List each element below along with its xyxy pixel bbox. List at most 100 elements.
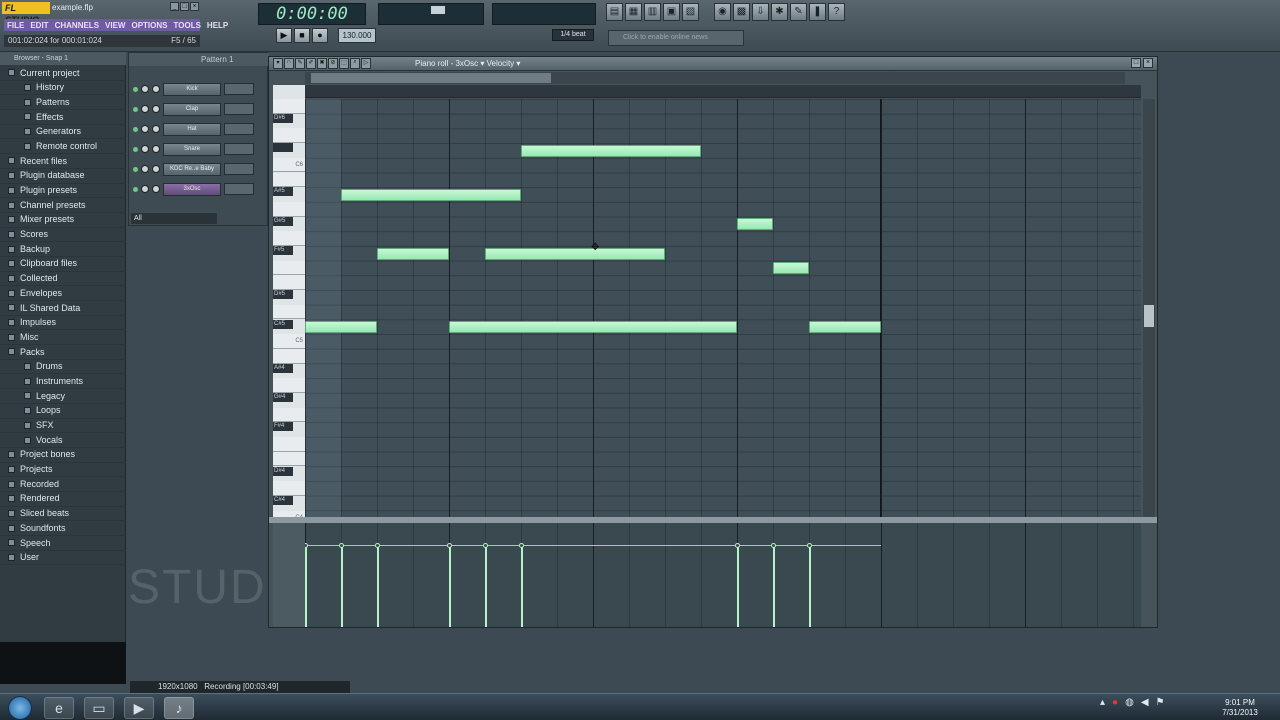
menu-options[interactable]: OPTIONS [131,21,167,30]
browser-item[interactable]: Channel presets [0,198,126,213]
playlist-icon[interactable]: ▤ [606,3,623,21]
channel-volume-knob[interactable] [152,85,160,93]
network-icon[interactable]: ◍ [1125,697,1134,708]
song-time-display[interactable]: 0:00:00 [258,3,366,25]
piano-keyboard[interactable]: D#6C6A#5G#5F#5D#5C#5C5A#4G#4F#4D#4C#4C4 [273,85,305,540]
piano-roll-title[interactable]: Piano roll - 3xOsc ▾ Velocity ▾ [415,58,520,70]
channel-volume-knob[interactable] [152,185,160,193]
vertical-scrollbar[interactable] [1143,99,1155,517]
velocity-handle[interactable] [807,542,812,548]
black-key[interactable]: D#6 [273,113,293,123]
pencil-icon[interactable]: ✎ [295,58,305,69]
white-key[interactable] [273,275,305,291]
play-icon[interactable]: ▶ [276,28,292,43]
save-icon[interactable]: ▩ [733,3,750,21]
black-key[interactable]: C#4 [273,495,293,505]
browser-item[interactable]: Envelopes [0,286,126,301]
browser-item[interactable]: Sliced beats [0,507,126,522]
master-volume-slider[interactable] [431,6,445,14]
channel-steps[interactable] [224,83,254,95]
browser-item[interactable]: Rendered [0,492,126,507]
channel-pan-knob[interactable] [141,185,149,193]
white-key[interactable] [273,451,305,467]
note[interactable] [773,262,809,275]
paint-icon[interactable]: ✐ [306,58,316,69]
channel-row[interactable]: KDC Re..e Baby [133,161,269,177]
magnet-icon[interactable]: ∩ [284,58,294,69]
white-key[interactable] [273,231,305,246]
browser-item[interactable]: Scores [0,228,126,243]
volume-icon[interactable]: ◀ [1141,697,1149,708]
channel-name-button[interactable]: Snare [163,142,221,156]
velocity-handle[interactable] [771,542,776,548]
record-icon[interactable]: ● [312,28,328,43]
black-key[interactable]: D#4 [273,466,293,476]
browser-item[interactable]: Clipboard files [0,257,126,272]
menu-channels[interactable]: CHANNELS [55,21,99,30]
velocity-handle[interactable] [375,542,380,548]
velocity-handle[interactable] [339,542,344,548]
tray-expand-icon[interactable]: ▴ [1100,697,1105,708]
channel-mute-led[interactable] [133,106,138,112]
channel-pan-knob[interactable] [141,165,149,173]
black-key[interactable]: F#5 [273,246,293,255]
velocity-bar[interactable] [449,545,451,627]
white-key[interactable] [273,348,305,364]
channel-steps[interactable] [224,183,254,195]
black-key[interactable]: G#4 [273,393,293,402]
black-key[interactable]: F#4 [273,422,293,432]
white-key[interactable] [273,407,305,423]
channel-steps[interactable] [224,143,254,155]
mixer-icon[interactable]: ▧ [682,3,699,21]
velocity-bar[interactable] [773,545,775,627]
white-key[interactable] [273,99,305,114]
timeline-ruler[interactable] [305,85,1141,98]
channel-row[interactable]: 3xOsc [133,181,269,197]
zoom-icon[interactable]: ⌕ [350,58,360,69]
taskbar-clock[interactable]: 9:01 PM 7/31/2013 [1212,698,1268,718]
white-key[interactable] [273,201,305,217]
browser-item[interactable]: Patterns [0,95,126,111]
channel-row[interactable]: Clap [133,101,269,117]
close-icon[interactable]: × [1143,58,1153,68]
pause-icon[interactable]: ❚ [809,3,826,21]
black-key[interactable]: G#5 [273,216,293,226]
browser-item[interactable]: Recent files [0,154,126,169]
browser-item[interactable]: SFX [0,419,126,434]
channel-name-button[interactable]: Hat [163,122,221,136]
menu-tools[interactable]: TOOLS [174,21,201,30]
stop-icon[interactable]: ■ [294,28,310,43]
browser-item[interactable]: Packs [0,345,126,360]
delete-icon[interactable]: ✖ [317,58,327,69]
fl-studio-icon[interactable]: ♪ [164,697,194,719]
browser-item[interactable]: Project bones [0,448,126,463]
velocity-bar[interactable] [521,545,523,627]
velocity-bar[interactable] [305,545,307,627]
velocity-handle[interactable] [305,542,308,548]
note[interactable] [449,321,737,334]
white-key[interactable] [273,304,305,320]
screen-recorder-bar[interactable]: 1920x1080 Recording [00:03:49] [130,681,350,693]
note[interactable] [809,321,881,334]
white-key[interactable] [273,378,305,393]
channel-mute-led[interactable] [133,146,138,152]
black-key[interactable] [273,143,293,153]
help-icon[interactable]: ? [828,3,845,21]
browser-item[interactable]: Soundfonts [0,521,126,536]
pattern-selector[interactable]: Pattern 1 [129,53,269,66]
browser-item[interactable]: History [0,81,126,96]
channel-row[interactable]: Kick [133,81,269,97]
browser-item[interactable]: Projects [0,463,126,478]
channel-name-button[interactable]: Kick [163,82,221,96]
white-key[interactable]: C5 [273,334,305,349]
channel-filter[interactable]: All [131,213,217,224]
browser-item[interactable]: Legacy [0,389,126,404]
channel-mute-led[interactable] [133,86,138,92]
piano-roll-titlebar[interactable]: ▾ ∩ ✎ ✐ ✖ ⊘ ⬚ ⌕ ▷ Piano roll - 3xOsc ▾ Velocity … [269,57,1157,71]
white-key[interactable] [273,128,305,144]
browser-item[interactable]: Speech [0,536,126,551]
minimize-icon[interactable]: _ [170,2,179,11]
channel-volume-knob[interactable] [152,105,160,113]
note[interactable] [377,247,449,260]
browser-item[interactable]: Mixer presets [0,213,126,228]
